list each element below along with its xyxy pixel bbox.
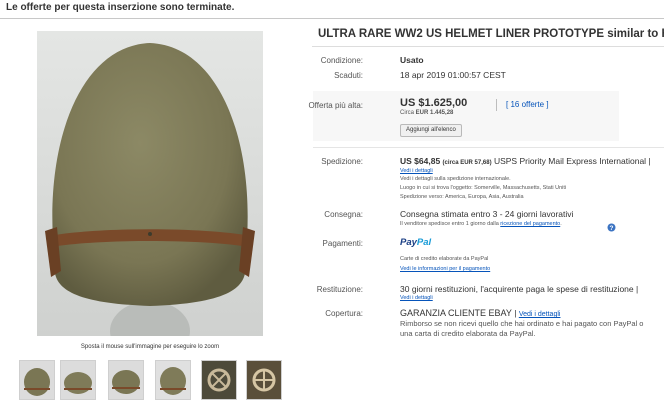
helmet-thumb-icon	[20, 361, 54, 399]
question-circle-icon[interactable]: ?	[607, 219, 616, 237]
zoom-hint: Sposta il mouse sull'immagine per esegui…	[80, 344, 220, 350]
coverage-title-row: GARANZIA CLIENTE EBAY | Vedi i dettagli	[400, 308, 560, 318]
returns-value: 30 giorni restituzioni, l'acquirente pag…	[400, 284, 639, 294]
helmet-interior-thumb-icon	[202, 361, 236, 399]
paypal-logo-pay: Pay	[400, 237, 417, 248]
bids-separator	[496, 99, 497, 111]
shipping-approx: (circa EUR 57,68)	[442, 160, 492, 166]
shipping-details-note: Vedi i dettagli sulla spedizione interna…	[400, 176, 511, 182]
helmet-thumb-icon	[156, 361, 190, 399]
shipping-divider	[313, 147, 664, 148]
thumbnail-2[interactable]	[60, 360, 96, 400]
thumbnail-5[interactable]	[201, 360, 237, 400]
paypal-logo: PayPal	[400, 237, 431, 248]
coverage-text-line1: Rimborso se non ricevi quello che hai or…	[400, 319, 644, 328]
ended-label: Scaduti:	[334, 71, 363, 80]
current-price: US $1.625,00	[400, 97, 468, 109]
coverage-label: Copertura:	[325, 309, 363, 318]
thumbnail-1[interactable]	[19, 360, 55, 400]
approx-prefix: Circa	[400, 110, 416, 116]
listing-title: ULTRA RARE WW2 US HELMET LINER PROTOTYPE…	[318, 28, 664, 40]
approx-price: Circa EUR 1.445,28	[400, 110, 453, 116]
helmet-interior-thumb-icon	[247, 361, 281, 399]
delivery-note-prefix: Il venditore spedisce entro 1 giorno dal…	[400, 221, 501, 227]
coverage-title: GARANZIA CLIENTE EBAY	[400, 308, 512, 318]
add-to-watchlist-button[interactable]: Aggiungi all'elenco	[400, 124, 462, 137]
payment-info-link[interactable]: Vedi le informazioni per il pagamento	[400, 266, 490, 272]
ended-banner: Le offerte per questa inserzione sono te…	[0, 0, 664, 19]
payment-receipt-link[interactable]: ricezione del pagamento	[500, 221, 560, 227]
helmet-photo	[37, 31, 263, 336]
approx-value: EUR 1.445,28	[415, 110, 454, 116]
banner-divider	[0, 18, 664, 19]
returns-details-link[interactable]: Vedi i dettagli	[400, 295, 433, 301]
ended-value: 18 apr 2019 01:00:57 CEST	[400, 70, 506, 80]
svg-text:?: ?	[610, 225, 614, 232]
payments-label: Pagamenti:	[322, 239, 363, 248]
bid-history-link[interactable]: [ 16 offerte ]	[506, 100, 549, 109]
payments-note: Carte di credito elaborate da PayPal	[400, 256, 489, 262]
ended-banner-text: Le offerte per questa inserzione sono te…	[6, 2, 235, 13]
shipping-label: Spedizione:	[321, 157, 363, 166]
thumbnail-6[interactable]	[246, 360, 282, 400]
returns-label: Restituzione:	[316, 285, 363, 294]
thumbnail-3[interactable]	[108, 360, 144, 400]
delivery-note-suffix: .	[560, 221, 562, 227]
title-divider	[312, 46, 664, 47]
main-product-image[interactable]	[37, 31, 263, 336]
coverage-separator: |	[511, 308, 519, 318]
helmet-thumb-icon	[61, 361, 95, 399]
ships-to: Spedizione verso: America, Europa, Asia,…	[400, 194, 524, 200]
shipping-price: US $64,85	[400, 156, 441, 166]
thumbnail-4[interactable]	[155, 360, 191, 400]
shipping-row: US $64,85 (circa EUR 57,68) USPS Priorit…	[400, 156, 651, 166]
coverage-text-line2: una carta di credito elaborata da PayPal…	[400, 329, 536, 338]
delivery-label: Consegna:	[324, 210, 363, 219]
paypal-logo-pal: Pal	[416, 237, 432, 248]
condition-label: Condizione:	[320, 56, 363, 65]
condition-value: Usato	[400, 55, 424, 65]
coverage-details-link[interactable]: Vedi i dettagli	[519, 311, 561, 318]
delivery-value: Consegna stimata entro 3 - 24 giorni lav…	[400, 209, 574, 219]
delivery-note: Il venditore spedisce entro 1 giorno dal…	[400, 221, 562, 227]
bid-label: Offerta più alta:	[308, 101, 363, 110]
item-location: Luogo in cui si trova l'oggetto: Somervi…	[400, 185, 567, 191]
shipping-details-link[interactable]: Vedi i dettagli	[400, 168, 433, 174]
shipping-service: USPS Priority Mail Express International…	[493, 156, 651, 166]
helmet-thumb-icon	[109, 361, 143, 399]
